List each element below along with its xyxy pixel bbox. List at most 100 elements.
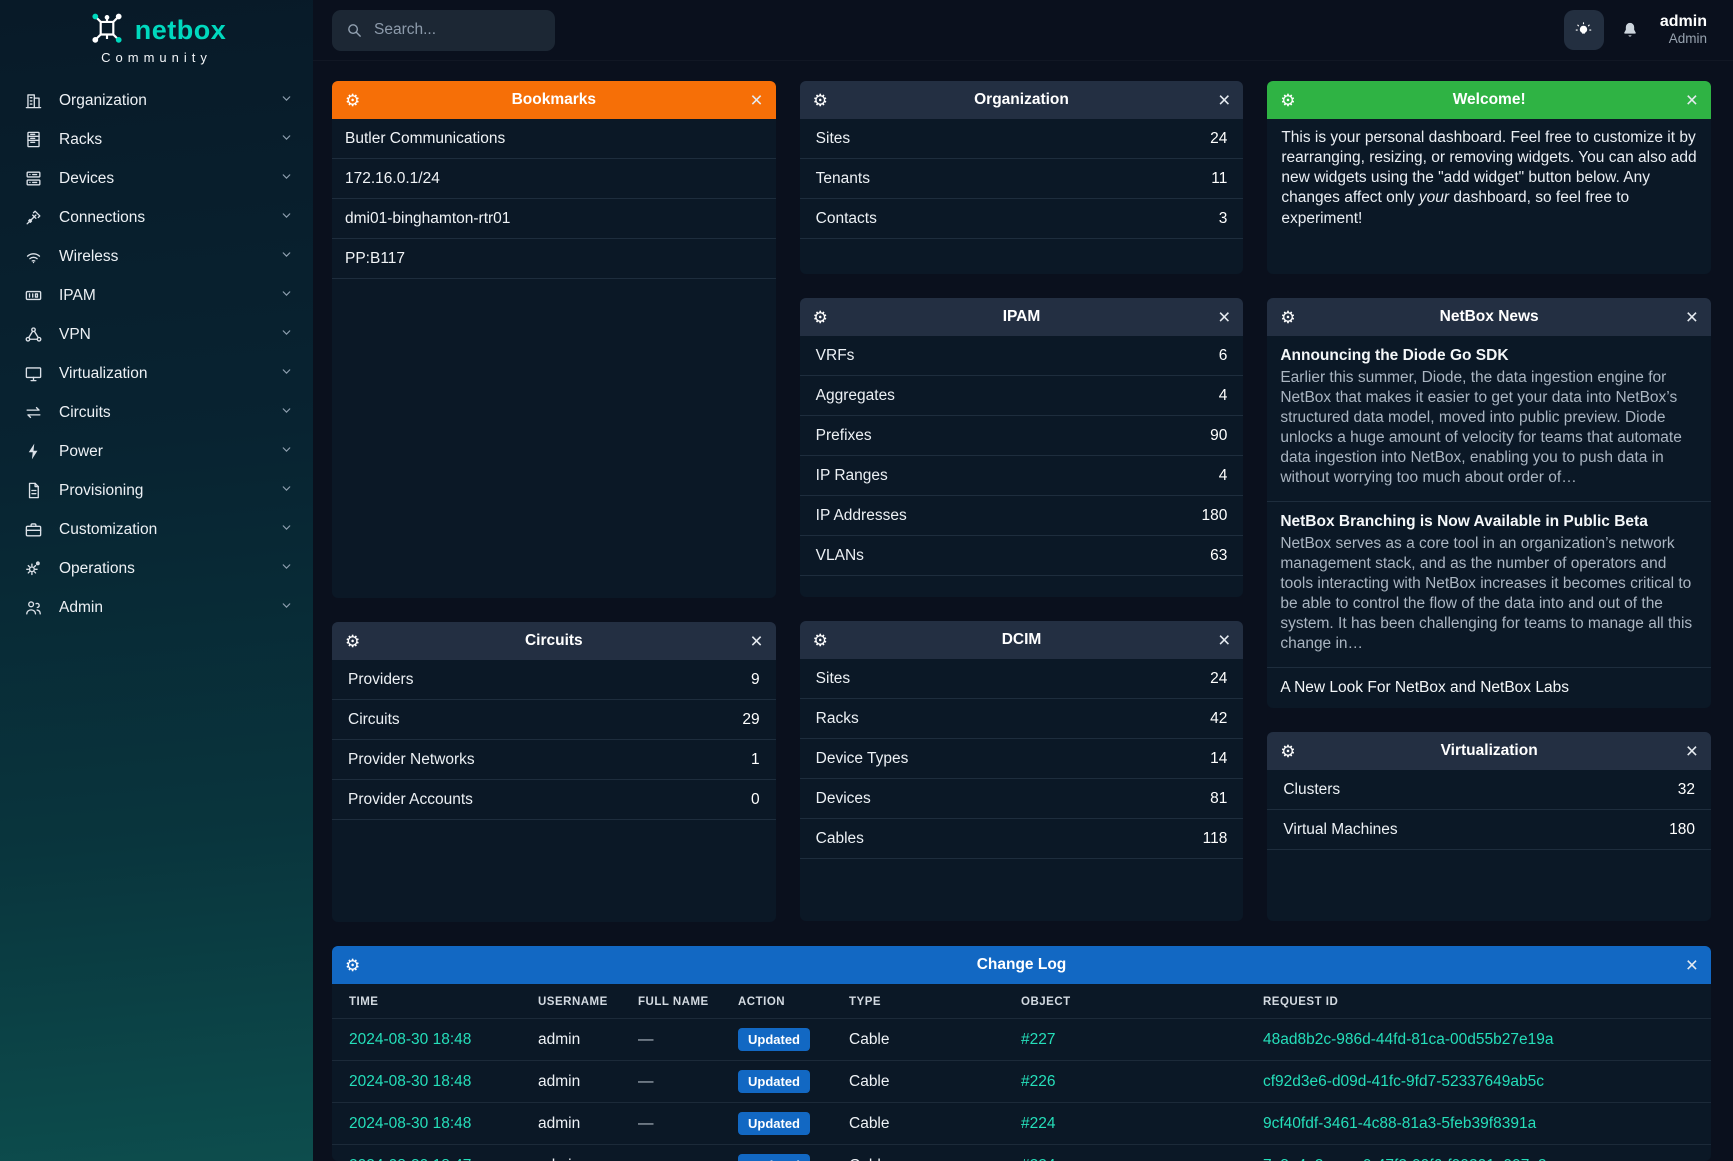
stat-label: VRFs (816, 347, 855, 365)
stat-value: 118 (1203, 830, 1228, 848)
changelog-full-name: — (630, 1145, 730, 1161)
close-icon[interactable]: × (1218, 307, 1230, 328)
news-article: A New Look For NetBox and NetBox Labs (1267, 668, 1711, 708)
changelog-object-link[interactable]: #227 (1013, 1019, 1255, 1061)
stat-row[interactable]: Clusters32 (1267, 770, 1711, 810)
sidebar-item-organization[interactable]: Organization (0, 81, 313, 120)
close-icon[interactable]: × (1686, 741, 1698, 762)
stat-row[interactable]: Provider Accounts0 (332, 780, 776, 820)
column-header-username[interactable]: USERNAME (530, 984, 630, 1019)
stat-row[interactable]: Provider Networks1 (332, 740, 776, 780)
widget-config-icon[interactable]: ⚙ (1280, 743, 1295, 760)
sidebar-item-label: Provisioning (59, 482, 143, 500)
widget-config-icon[interactable]: ⚙ (345, 92, 360, 109)
sidebar-item-connections[interactable]: Connections (0, 198, 313, 237)
close-icon[interactable]: × (1686, 307, 1698, 328)
widget-config-icon[interactable]: ⚙ (345, 957, 360, 974)
changelog-time-link[interactable]: 2024-08-30 18:48 (332, 1019, 530, 1061)
column-header-full-name[interactable]: FULL NAME (630, 984, 730, 1019)
widget-config-icon[interactable]: ⚙ (1280, 92, 1295, 109)
stat-row[interactable]: Sites24 (800, 659, 1244, 699)
sidebar-item-wireless[interactable]: Wireless (0, 237, 313, 276)
sidebar-item-operations[interactable]: Operations (0, 549, 313, 588)
changelog-request-id-link[interactable]: 9cf40fdf-3461-4c88-81a3-5feb39f8391a (1255, 1103, 1711, 1145)
changelog-time-link[interactable]: 2024-08-30 18:48 (332, 1061, 530, 1103)
sidebar-item-provisioning[interactable]: Provisioning (0, 471, 313, 510)
brand-name[interactable]: netbox (135, 15, 227, 46)
stat-row[interactable]: Sites24 (800, 119, 1244, 159)
stat-row[interactable]: Device Types14 (800, 739, 1244, 779)
stat-row[interactable]: IP Addresses180 (800, 496, 1244, 536)
changelog-time-link[interactable]: 2024-08-30 18:47 (332, 1145, 530, 1161)
stat-value: 3 (1219, 210, 1228, 228)
search-input[interactable] (374, 21, 524, 39)
chevron-down-icon (280, 521, 293, 539)
stat-row[interactable]: IP Ranges4 (800, 456, 1244, 496)
sidebar-item-power[interactable]: Power (0, 432, 313, 471)
column-header-type[interactable]: TYPE (841, 984, 1013, 1019)
stat-row[interactable]: Prefixes90 (800, 416, 1244, 456)
close-icon[interactable]: × (1218, 90, 1230, 111)
stat-row[interactable]: Aggregates4 (800, 376, 1244, 416)
bookmark-item[interactable]: 172.16.0.1/24 (332, 159, 776, 199)
close-icon[interactable]: × (1686, 955, 1698, 976)
sidebar-item-racks[interactable]: Racks (0, 120, 313, 159)
changelog-time-link[interactable]: 2024-08-30 18:48 (332, 1103, 530, 1145)
search-box[interactable] (332, 10, 555, 51)
stat-row[interactable]: VLANs63 (800, 536, 1244, 576)
notifications-button[interactable] (1620, 20, 1640, 40)
site-map-icon (24, 325, 44, 345)
chevron-down-icon (280, 482, 293, 500)
stat-row[interactable]: Tenants11 (800, 159, 1244, 199)
changelog-request-id-link[interactable]: 7e3e4e2e-eee9-47f2-99f6-f99201e997e2 (1255, 1145, 1711, 1161)
stat-row[interactable]: VRFs6 (800, 336, 1244, 376)
stat-row[interactable]: Cables118 (800, 819, 1244, 859)
chevron-down-icon (280, 131, 293, 149)
widget-config-icon[interactable]: ⚙ (813, 92, 828, 109)
sidebar-item-vpn[interactable]: VPN (0, 315, 313, 354)
stat-row[interactable]: Devices81 (800, 779, 1244, 819)
toolbox-icon (24, 520, 44, 540)
stat-row[interactable]: Providers9 (332, 660, 776, 700)
column-header-action[interactable]: ACTION (730, 984, 841, 1019)
stat-row[interactable]: Virtual Machines180 (1267, 810, 1711, 850)
stat-row[interactable]: Circuits29 (332, 700, 776, 740)
widget-config-icon[interactable]: ⚙ (1280, 309, 1295, 326)
bookmark-item[interactable]: PP:B117 (332, 239, 776, 279)
widget-config-icon[interactable]: ⚙ (813, 632, 828, 649)
close-icon[interactable]: × (750, 90, 762, 111)
wifi-icon (24, 247, 44, 267)
close-icon[interactable]: × (1218, 630, 1230, 651)
sidebar-item-virtualization[interactable]: Virtualization (0, 354, 313, 393)
sidebar-item-circuits[interactable]: Circuits (0, 393, 313, 432)
close-icon[interactable]: × (1686, 90, 1698, 111)
bookmark-item[interactable]: dmi01-binghamton-rtr01 (332, 199, 776, 239)
news-article-title[interactable]: A New Look For NetBox and NetBox Labs (1280, 679, 1698, 697)
widget-config-icon[interactable]: ⚙ (345, 633, 360, 650)
column-header-object[interactable]: OBJECT (1013, 984, 1255, 1019)
stat-row[interactable]: Racks42 (800, 699, 1244, 739)
changelog-object-link[interactable]: #224 (1013, 1103, 1255, 1145)
sidebar-item-ipam[interactable]: IPAM (0, 276, 313, 315)
widget-config-icon[interactable]: ⚙ (813, 309, 828, 326)
changelog-request-id-link[interactable]: 48ad8b2c-986d-44fd-81ca-00d55b27e19a (1255, 1019, 1711, 1061)
column-header-time[interactable]: TIME (332, 984, 530, 1019)
theme-toggle-button[interactable] (1564, 10, 1604, 50)
sidebar-item-devices[interactable]: Devices (0, 159, 313, 198)
changelog-object-link[interactable]: #226 (1013, 1061, 1255, 1103)
sidebar-item-customization[interactable]: Customization (0, 510, 313, 549)
chevron-down-icon (280, 92, 293, 110)
sidebar-item-admin[interactable]: Admin (0, 588, 313, 627)
news-article-title[interactable]: NetBox Branching is Now Available in Pub… (1280, 513, 1698, 531)
main-area: admin Admin ⚙ Bookmarks × Butler Communi… (313, 0, 1733, 1161)
user-menu[interactable]: admin Admin (1660, 13, 1707, 47)
close-icon[interactable]: × (750, 631, 762, 652)
column-header-request-id[interactable]: REQUEST ID (1255, 984, 1711, 1019)
stat-row[interactable]: Contacts3 (800, 199, 1244, 239)
changelog-request-id-link[interactable]: cf92d3e6-d09d-41fc-9fd7-52337649ab5c (1255, 1061, 1711, 1103)
changelog-object-link[interactable]: #224 (1013, 1145, 1255, 1161)
changelog-action: Updated (730, 1103, 841, 1145)
stat-label: Sites (816, 130, 850, 148)
news-article-title[interactable]: Announcing the Diode Go SDK (1280, 347, 1698, 365)
bookmark-item[interactable]: Butler Communications (332, 119, 776, 159)
